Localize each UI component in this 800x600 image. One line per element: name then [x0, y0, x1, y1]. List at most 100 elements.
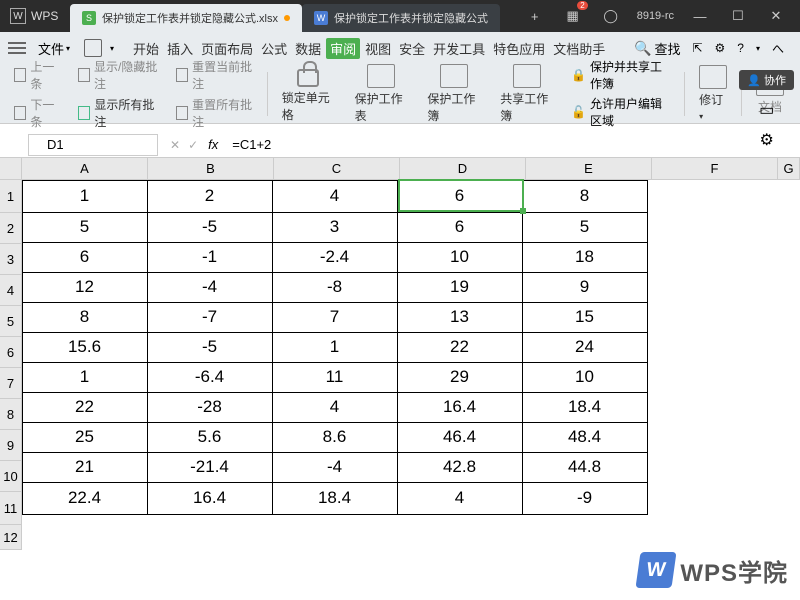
- showall-comment-button[interactable]: 显示所有批注: [78, 96, 160, 130]
- save-dropdown[interactable]: ▾: [110, 44, 114, 53]
- row-header[interactable]: 9: [0, 430, 22, 461]
- col-header[interactable]: E: [526, 158, 652, 180]
- row-header[interactable]: 11: [0, 492, 22, 525]
- row-header[interactable]: 1: [0, 180, 22, 213]
- menu-insert[interactable]: 插入: [164, 39, 196, 58]
- cell[interactable]: 44.8: [522, 452, 648, 483]
- fx-icon[interactable]: fx: [208, 137, 218, 152]
- cell[interactable]: 18: [522, 242, 648, 273]
- cell[interactable]: 4: [272, 392, 398, 423]
- cell[interactable]: 15.6: [22, 332, 148, 363]
- cell[interactable]: 11: [272, 362, 398, 393]
- cell[interactable]: 16.4: [147, 482, 273, 515]
- cell[interactable]: -2.4: [272, 242, 398, 273]
- row-header[interactable]: 8: [0, 399, 22, 430]
- protect-share-button[interactable]: 🔒保护并共享工作簿: [571, 58, 672, 92]
- col-header[interactable]: D: [400, 158, 526, 180]
- share-icon[interactable]: ⇱: [692, 41, 702, 55]
- search-button[interactable]: 🔍查找: [634, 39, 680, 58]
- formula-bar[interactable]: =C1+2: [228, 137, 800, 152]
- row-header[interactable]: 4: [0, 275, 22, 306]
- cell[interactable]: 19: [397, 272, 523, 303]
- menu-data[interactable]: 数据: [292, 39, 324, 58]
- row-header[interactable]: 6: [0, 337, 22, 368]
- cell[interactable]: 6: [397, 180, 523, 213]
- row-header[interactable]: 2: [0, 213, 22, 244]
- lock-cell-button[interactable]: 锁定单元格: [274, 65, 343, 123]
- cell[interactable]: 8.6: [272, 422, 398, 453]
- cell[interactable]: -28: [147, 392, 273, 423]
- cell[interactable]: -7: [147, 302, 273, 333]
- cell[interactable]: -5: [147, 212, 273, 243]
- protect-sheet-button[interactable]: 保护工作表: [347, 64, 416, 124]
- cell[interactable]: 48.4: [522, 422, 648, 453]
- cell[interactable]: 5: [22, 212, 148, 243]
- cell[interactable]: 22: [397, 332, 523, 363]
- cell[interactable]: 6: [22, 242, 148, 273]
- cell[interactable]: -5: [147, 332, 273, 363]
- col-header[interactable]: G: [778, 158, 800, 180]
- close-button[interactable]: ✕: [764, 4, 788, 28]
- cell[interactable]: -4: [272, 452, 398, 483]
- revise-button[interactable]: 修订 ▾: [691, 65, 735, 122]
- cell[interactable]: 29: [397, 362, 523, 393]
- cell[interactable]: 10: [397, 242, 523, 273]
- apps-icon[interactable]: ▦: [561, 4, 585, 28]
- menu-formula[interactable]: 公式: [258, 39, 290, 58]
- row-header[interactable]: 10: [0, 461, 22, 492]
- name-box[interactable]: D1: [28, 134, 158, 156]
- allow-edit-button[interactable]: 🔓允许用户编辑区域: [571, 95, 672, 129]
- cell[interactable]: 4: [272, 180, 398, 213]
- collapse-ribbon-icon[interactable]: へ: [772, 40, 784, 57]
- cell[interactable]: 1: [272, 332, 398, 363]
- menu-layout[interactable]: 页面布局: [198, 39, 256, 58]
- cell[interactable]: -8: [272, 272, 398, 303]
- cell[interactable]: -4: [147, 272, 273, 303]
- cell[interactable]: 1: [22, 180, 148, 213]
- cancel-formula-icon[interactable]: ✕: [170, 138, 180, 152]
- select-tool-icon[interactable]: ▭: [759, 100, 774, 120]
- cell[interactable]: 10: [522, 362, 648, 393]
- cell[interactable]: 5: [522, 212, 648, 243]
- cell[interactable]: 5.6: [147, 422, 273, 453]
- cell[interactable]: -21.4: [147, 452, 273, 483]
- cell[interactable]: 46.4: [397, 422, 523, 453]
- cell[interactable]: 16.4: [397, 392, 523, 423]
- col-header[interactable]: F: [652, 158, 778, 180]
- save-icon[interactable]: [84, 39, 102, 57]
- menu-special[interactable]: 特色应用: [490, 39, 548, 58]
- cell[interactable]: -1: [147, 242, 273, 273]
- row-header[interactable]: 7: [0, 368, 22, 399]
- menu-dochelper[interactable]: 文档助手: [550, 39, 608, 58]
- cell[interactable]: 22: [22, 392, 148, 423]
- row-header[interactable]: 12: [0, 525, 22, 550]
- cell[interactable]: 8: [522, 180, 648, 213]
- help-icon[interactable]: ?: [737, 41, 744, 55]
- menu-dev[interactable]: 开发工具: [430, 39, 488, 58]
- row-header[interactable]: 3: [0, 244, 22, 275]
- cell[interactable]: 22.4: [22, 482, 148, 515]
- cell[interactable]: 8: [22, 302, 148, 333]
- cell[interactable]: 12: [22, 272, 148, 303]
- row-header[interactable]: 5: [0, 306, 22, 337]
- file-menu[interactable]: 文件▾: [32, 39, 76, 58]
- col-header[interactable]: A: [22, 158, 148, 180]
- cell[interactable]: 1: [22, 362, 148, 393]
- cell[interactable]: 18.4: [272, 482, 398, 515]
- menu-security[interactable]: 安全: [396, 39, 428, 58]
- cell[interactable]: 3: [272, 212, 398, 243]
- cell[interactable]: 15: [522, 302, 648, 333]
- accept-formula-icon[interactable]: ✓: [188, 138, 198, 152]
- select-all-corner[interactable]: [0, 158, 22, 180]
- cell[interactable]: 2: [147, 180, 273, 213]
- cell[interactable]: 13: [397, 302, 523, 333]
- menu-start[interactable]: 开始: [130, 39, 162, 58]
- cell[interactable]: 9: [522, 272, 648, 303]
- settings-side-icon[interactable]: ⚙: [759, 130, 773, 150]
- menu-view[interactable]: 视图: [362, 39, 394, 58]
- cell[interactable]: -9: [522, 482, 648, 515]
- minimize-button[interactable]: —: [688, 4, 712, 28]
- tab-file-1[interactable]: S保护锁定工作表并锁定隐藏公式.xlsx: [70, 4, 302, 32]
- cell[interactable]: 18.4: [522, 392, 648, 423]
- hamburger-icon[interactable]: [8, 42, 26, 54]
